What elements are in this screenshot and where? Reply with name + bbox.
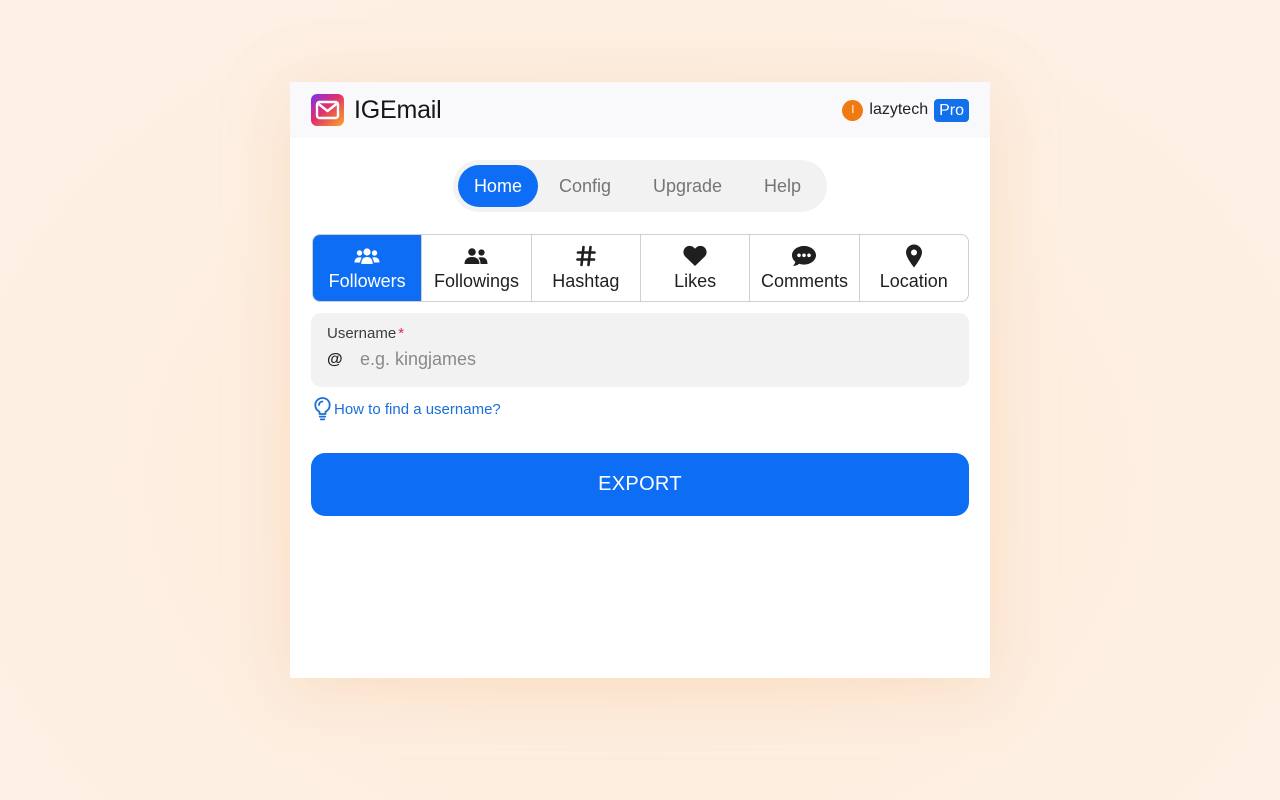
tab-label: Comments: [760, 271, 848, 291]
username-field: Username * @: [311, 313, 969, 387]
at-sign-prefix: @: [327, 350, 343, 368]
source-tabs: Followers Followings Hashtag Likes Comme…: [312, 234, 969, 302]
app-name: IGEmail: [354, 95, 442, 124]
tab-label: Followings: [433, 271, 520, 291]
export-button[interactable]: EXPORT: [311, 453, 969, 516]
nav-wrapper: Home Config Upgrade Help: [290, 160, 990, 212]
field-label-text: Username: [327, 325, 397, 342]
comment-dots-icon: [791, 244, 817, 268]
tab-label: Hashtag: [552, 271, 620, 291]
mail-logo-icon: [311, 94, 344, 126]
username-input-row: @: [327, 349, 953, 370]
lightbulb-icon: [314, 397, 331, 421]
username-label: lazytech: [869, 101, 929, 118]
hashtag-icon: [576, 244, 596, 268]
nav-config[interactable]: Config: [538, 165, 632, 207]
tab-label: Followers: [328, 271, 406, 291]
tab-hashtag[interactable]: Hashtag: [530, 235, 640, 301]
heart-icon: [683, 244, 707, 268]
nav-upgrade[interactable]: Upgrade: [632, 165, 743, 207]
map-pin-icon: [905, 244, 923, 268]
username-field-label: Username *: [327, 325, 953, 342]
required-mark: *: [398, 325, 405, 342]
tab-label: Likes: [674, 271, 717, 291]
tab-location[interactable]: Location: [858, 235, 968, 301]
user-info[interactable]: l lazytech Pro: [842, 98, 969, 122]
tab-likes[interactable]: Likes: [639, 235, 749, 301]
user-friends-icon: [464, 244, 488, 268]
avatar: l: [842, 99, 864, 121]
tab-followings[interactable]: Followings: [421, 235, 530, 301]
users-icon: [354, 244, 380, 268]
header: IGEmail l lazytech Pro: [290, 82, 990, 138]
main-nav: Home Config Upgrade Help: [452, 160, 828, 212]
tab-followers[interactable]: Followers: [313, 235, 422, 301]
pro-badge: Pro: [934, 98, 969, 122]
extension-popup: IGEmail l lazytech Pro Home Config Upgra…: [290, 82, 990, 678]
tab-comments[interactable]: Comments: [749, 235, 858, 301]
nav-help[interactable]: Help: [743, 165, 822, 207]
nav-home[interactable]: Home: [457, 165, 538, 207]
tab-label: Location: [879, 271, 948, 291]
how-to-find-username-link[interactable]: How to find a username?: [314, 397, 534, 421]
username-input[interactable]: [360, 349, 920, 370]
brand: IGEmail: [311, 94, 442, 126]
help-link-label: How to find a username?: [334, 400, 501, 418]
